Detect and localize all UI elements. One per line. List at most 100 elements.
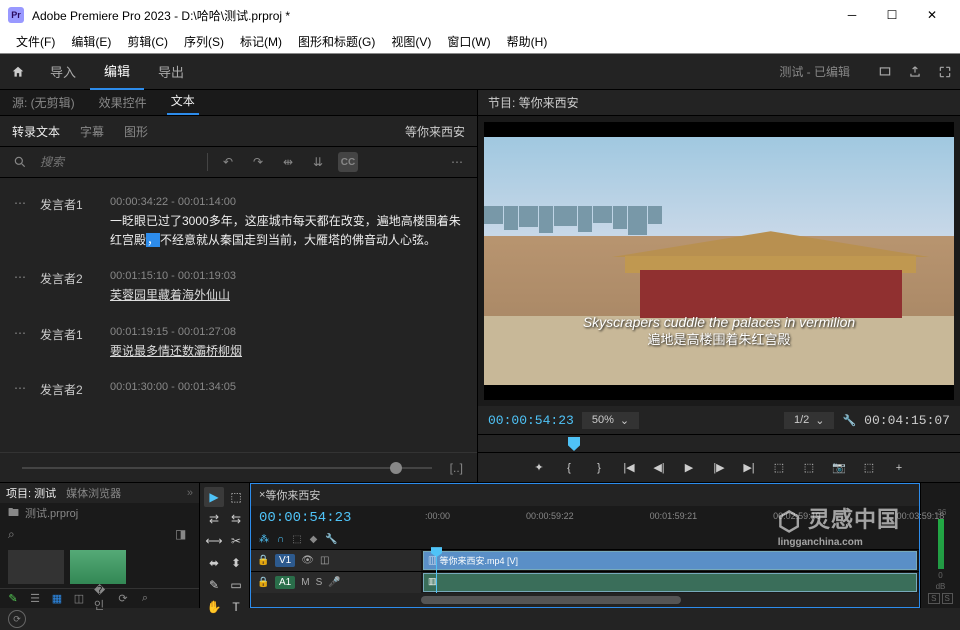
row-menu-icon[interactable]: ⋯ [14,381,26,398]
tab-text[interactable]: 文本 [167,88,199,115]
toggle-output-icon[interactable]: 👁 [301,555,314,566]
panel-menu-icon[interactable]: » [187,487,193,499]
lock-icon[interactable]: 🔒 [257,577,269,588]
automate-icon[interactable]: ⟳ [116,591,130,605]
type-tool-icon[interactable]: T [226,597,246,617]
list-view-icon[interactable]: ☰ [28,591,42,605]
timeline-scrollbar[interactable] [251,593,919,607]
slip-tool-icon[interactable]: ⬌ [204,553,224,573]
merge-icon[interactable]: ⇊ [308,152,328,172]
rectangle-tool-icon[interactable]: ▭ [226,575,246,595]
search-input[interactable] [40,155,197,169]
tab-source[interactable]: 源: (无剪辑) [8,90,79,115]
subtab-transcript[interactable]: 转录文本 [12,123,60,140]
menu-file[interactable]: 文件(F) [8,33,63,50]
playhead[interactable] [436,549,437,593]
fullscreen-icon[interactable] [930,65,960,79]
razor-tool-icon[interactable]: ✂ [226,531,246,551]
row-menu-icon[interactable]: ⋯ [14,196,26,250]
track-label[interactable]: A1 [275,576,295,589]
linked-icon[interactable]: ⬚ [292,534,301,545]
zoom-slider[interactable] [22,467,432,469]
split-icon[interactable]: ⇹ [278,152,298,172]
program-monitor[interactable]: Skyscrapers cuddle the palaces in vermil… [484,122,954,400]
tab-project[interactable]: 项目: 测试 [6,485,56,501]
hand-tool-icon[interactable]: ✋ [204,597,224,617]
solo-right[interactable]: S [942,593,953,604]
mark-out-icon[interactable]: } [588,457,610,479]
home-button[interactable] [0,65,36,79]
redo-icon[interactable]: ↷ [248,152,268,172]
solo-left[interactable]: S [928,593,939,604]
search-icon[interactable] [10,152,30,172]
timeline-timecode[interactable]: 00:00:54:23 [259,510,351,526]
cloud-sync-icon[interactable]: ⟳ [8,610,26,628]
clip-thumbnail[interactable] [70,550,126,584]
icon-view-icon[interactable]: ▦ [50,591,64,605]
menu-markers[interactable]: 标记(M) [232,33,290,50]
rate-tool-icon[interactable]: ⟷ [204,531,224,551]
tab-effects[interactable]: 效果控件 [95,90,151,115]
audio-clip[interactable]: ▥ [423,573,917,592]
track-label[interactable]: V1 [275,554,295,567]
button-editor-icon[interactable]: + [888,457,910,479]
subtab-graphics[interactable]: 图形 [124,123,148,140]
freeform-view-icon[interactable]: ◫ [72,591,86,605]
more-icon[interactable]: ⋯ [447,152,467,172]
playhead-marker[interactable] [568,437,580,451]
cc-button[interactable]: CC [338,152,358,172]
add-marker-icon[interactable]: ✦ [528,457,550,479]
find-icon[interactable]: ⌕ [138,591,152,605]
maximize-button[interactable]: ☐ [872,0,912,30]
minimize-button[interactable]: ─ [832,0,872,30]
extract-icon[interactable]: ⬚ [798,457,820,479]
voice-icon[interactable]: 🎤 [328,577,340,588]
menu-view[interactable]: 视图(V) [383,33,439,50]
settings-icon[interactable]: 🔧 [842,414,856,427]
row-menu-icon[interactable]: ⋯ [14,326,26,361]
menu-window[interactable]: 窗口(W) [439,33,498,50]
transcript-row[interactable]: ⋯ 发言者1 00:00:34:22 - 00:01:14:00 一眨眼已过了3… [0,186,477,260]
selection-tool-icon[interactable]: ▶ [204,487,224,507]
menu-clip[interactable]: 剪辑(C) [119,33,176,50]
row-menu-icon[interactable]: ⋯ [14,270,26,305]
transcript-row[interactable]: ⋯ 发言者2 00:01:15:10 - 00:01:19:03 芙蓉园里藏着海… [0,260,477,315]
share-icon[interactable] [900,65,930,79]
menu-sequence[interactable]: 序列(S) [176,33,232,50]
close-button[interactable]: ✕ [912,0,952,30]
lift-icon[interactable]: ⬚ [768,457,790,479]
mark-in-icon[interactable]: { [558,457,580,479]
step-back-icon[interactable]: ◀| [648,457,670,479]
comparison-icon[interactable]: ⬚ [858,457,880,479]
subtab-captions[interactable]: 字幕 [80,123,104,140]
bracket-icon[interactable]: [..] [450,461,463,475]
search-icon[interactable]: ⌕ [8,527,22,542]
slide-tool-icon[interactable]: ⬍ [226,553,246,573]
rolling-tool-icon[interactable]: ⇆ [226,509,246,529]
solo-icon[interactable]: S [316,577,323,588]
transcript-text[interactable]: 一眨眼已过了3000多年，这座城市每天都在改变，遍地高楼围着朱红宫殿，不经意就从… [110,212,463,250]
clip-thumbnail[interactable] [8,550,64,584]
magnet-icon[interactable]: ∩ [277,534,284,545]
video-track[interactable]: 🔒 V1 👁 ◫ ▥ 等你来西安.mp4 [V] [251,549,919,571]
track-select-tool-icon[interactable]: ⬚ [226,487,246,507]
go-out-icon[interactable]: ▶| [738,457,760,479]
track-opt-icon[interactable]: ◫ [320,555,329,566]
transcript-text[interactable]: 芙蓉园里藏着海外仙山 [110,286,463,305]
tab-media-browser[interactable]: 媒体浏览器 [66,485,121,501]
play-icon[interactable]: ▶ [678,457,700,479]
step-forward-icon[interactable]: |▶ [708,457,730,479]
settings-opt-icon[interactable]: 🔧 [325,534,337,545]
video-clip[interactable]: ▥ 等你来西安.mp4 [V] [423,551,917,570]
undo-icon[interactable]: ↶ [218,152,238,172]
workspace-edit[interactable]: 编辑 [90,54,144,90]
audio-track[interactable]: 🔒A1MS🎤 ▥ [251,571,919,593]
transcript-text[interactable]: 要说最多情还数灞桥柳烟 [110,342,463,361]
lock-icon[interactable]: 🔒 [257,555,269,566]
menu-help[interactable]: 帮助(H) [499,33,556,50]
program-timecode[interactable]: 00:00:54:23 [488,413,574,428]
pen-icon[interactable]: ✎ [6,591,20,605]
resolution-dropdown[interactable]: 1/2⌄ [784,412,835,429]
workspace-export[interactable]: 导出 [144,54,198,90]
transcript-row[interactable]: ⋯ 发言者1 00:01:19:15 - 00:01:27:08 要说最多情还数… [0,316,477,371]
